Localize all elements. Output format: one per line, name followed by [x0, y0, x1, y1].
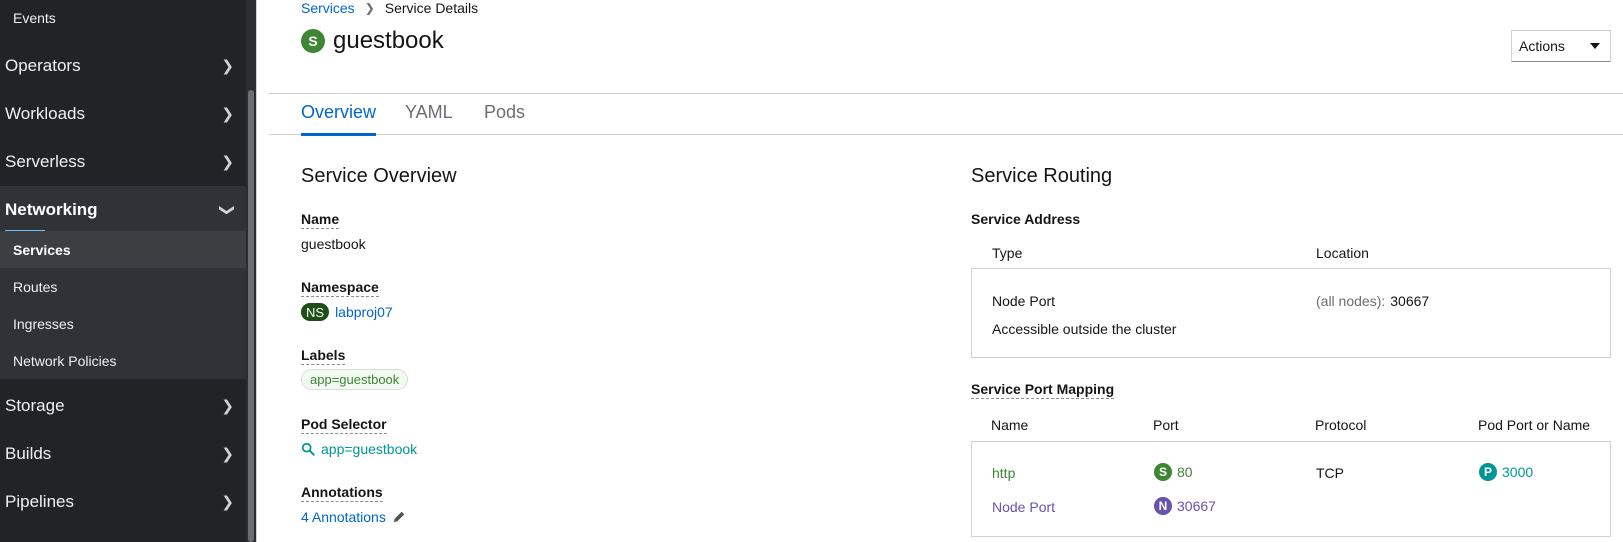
sidebar-item-routes[interactable]: Routes — [0, 268, 246, 305]
labels-value: app=guestbook — [301, 369, 409, 390]
sidebar-group-operators[interactable]: Operators ❯ — [0, 42, 246, 90]
breadcrumb-current: Service Details — [384, 0, 479, 16]
service-address-table: Node Port Accessible outside the cluster… — [971, 268, 1611, 358]
sidebar-group-label: Storage — [5, 396, 65, 415]
address-description: Accessible outside the cluster — [992, 321, 1177, 337]
chevron-right-icon: ❯ — [221, 58, 234, 75]
sidebar-group-label: Networking — [5, 200, 98, 219]
pod-selector-link[interactable]: app=guestbook — [321, 441, 417, 457]
service-badge-icon: S — [301, 29, 325, 53]
sidebar-group-serverless[interactable]: Serverless ❯ — [0, 138, 246, 186]
namespace-label: Namespace — [301, 279, 379, 297]
actions-label: Actions — [1519, 38, 1565, 54]
namespace-badge-icon: NS — [301, 303, 330, 321]
chevron-right-icon: ❯ — [364, 1, 375, 15]
nodeport: N 30667 — [1154, 497, 1216, 515]
sidebar-item-network-policies[interactable]: Network Policies — [0, 342, 246, 379]
sidebar-group-pipelines[interactable]: Pipelines ❯ — [0, 478, 246, 526]
annotations-link[interactable]: 4 Annotations — [301, 509, 386, 525]
service-overview-title: Service Overview — [301, 165, 457, 187]
nodeport-badge-icon: N — [1154, 497, 1172, 515]
port-name: http — [992, 465, 1016, 481]
pod-selector-label: Pod Selector — [301, 416, 387, 434]
pod-selector-value: app=guestbook — [301, 441, 417, 457]
column-header-port: Port — [1153, 417, 1179, 433]
address-location: (all nodes): 30667 — [1316, 293, 1429, 309]
labels-label: Labels — [301, 347, 346, 365]
pod-port-value: 3000 — [1502, 464, 1534, 480]
service-port-badge-icon: S — [1154, 463, 1172, 481]
address-type: Node Port — [992, 293, 1056, 309]
actions-dropdown[interactable]: Actions — [1511, 30, 1611, 62]
sidebar-item-services[interactable]: Services — [0, 231, 246, 268]
tab-label: Overview — [301, 102, 377, 122]
tab-label: Pods — [484, 102, 526, 122]
location-value: 30667 — [1390, 293, 1430, 309]
caret-down-icon — [1590, 43, 1600, 49]
chevron-down-icon: ❯ — [218, 203, 236, 217]
port-mapping-label: Service Port Mapping — [971, 381, 1115, 399]
chevron-right-icon: ❯ — [221, 446, 234, 463]
sidebar-group-label: Builds — [5, 444, 52, 463]
content-gutter — [256, 0, 269, 542]
sidebar-group-workloads[interactable]: Workloads ❯ — [0, 90, 246, 138]
column-header-name: Name — [991, 417, 1029, 433]
sidebar-group-label: Serverless — [5, 152, 86, 171]
scrollbar-thumb[interactable] — [248, 90, 254, 542]
column-header-protocol: Protocol — [1315, 417, 1367, 433]
annotations-value: 4 Annotations — [301, 509, 406, 525]
tab-overview[interactable]: Overview — [301, 102, 377, 136]
tab-yaml[interactable]: YAML — [405, 102, 453, 123]
service-port-value: 80 — [1177, 464, 1193, 480]
chevron-right-icon: ❯ — [221, 398, 234, 415]
tab-pods[interactable]: Pods — [484, 102, 525, 123]
name-value: guestbook — [301, 236, 366, 252]
protocol-value: TCP — [1316, 465, 1344, 481]
search-icon — [301, 442, 315, 456]
namespace-link[interactable]: labproj07 — [335, 304, 393, 320]
sidebar-group-networking[interactable]: Networking ❯ — [0, 186, 246, 234]
networking-submenu: Services Routes Ingresses Network Polici… — [0, 231, 246, 379]
sidebar-scrollbar[interactable] — [246, 0, 256, 542]
chevron-right-icon: ❯ — [221, 154, 234, 171]
main-content: Services ❯ Service Details S guestbook A… — [269, 0, 1623, 542]
label-chip[interactable]: app=guestbook — [301, 369, 409, 390]
sidebar-item-ingresses[interactable]: Ingresses — [0, 305, 246, 342]
service-address-label: Service Address — [971, 211, 1081, 227]
breadcrumb: Services ❯ Service Details — [301, 0, 478, 16]
chevron-right-icon: ❯ — [221, 494, 234, 511]
pod-port-badge-icon: P — [1479, 463, 1497, 481]
active-tab-indicator — [301, 133, 377, 136]
tab-label: YAML — [405, 102, 453, 122]
sidebar-group-builds[interactable]: Builds ❯ — [0, 430, 246, 478]
page-header: S guestbook — [301, 27, 444, 55]
breadcrumb-services-link[interactable]: Services — [301, 0, 355, 16]
annotations-label: Annotations — [301, 484, 383, 502]
sidebar-item-events[interactable]: Events — [13, 10, 56, 26]
pencil-icon[interactable] — [392, 510, 406, 524]
pod-port: P 3000 — [1479, 463, 1533, 481]
sidebar-group-label: Workloads — [5, 104, 85, 123]
sidebar-group-label: Pipelines — [5, 492, 74, 511]
nodeport-name: Node Port — [992, 499, 1056, 515]
service-port: S 80 — [1154, 463, 1193, 481]
sidebar-nav: Events Operators ❯ Workloads ❯ Serverles… — [0, 0, 256, 542]
column-header-type: Type — [992, 245, 1023, 261]
sidebar-group-label: Operators — [5, 56, 81, 75]
service-routing-title: Service Routing — [971, 165, 1113, 187]
sidebar-group-storage[interactable]: Storage ❯ — [0, 382, 246, 430]
nodeport-value: 30667 — [1177, 498, 1216, 514]
page-title: guestbook — [333, 27, 444, 54]
namespace-value: NS labproj07 — [301, 303, 393, 321]
location-prefix: (all nodes): — [1316, 293, 1386, 309]
chevron-right-icon: ❯ — [221, 106, 234, 123]
tab-bar: Overview YAML Pods — [269, 93, 1623, 136]
column-header-location: Location — [1316, 245, 1369, 261]
column-header-pod-port: Pod Port or Name — [1478, 417, 1591, 433]
port-mapping-table: http S 80 TCP P 3000 Node Port N 30667 — [971, 441, 1611, 537]
name-label: Name — [301, 211, 340, 229]
